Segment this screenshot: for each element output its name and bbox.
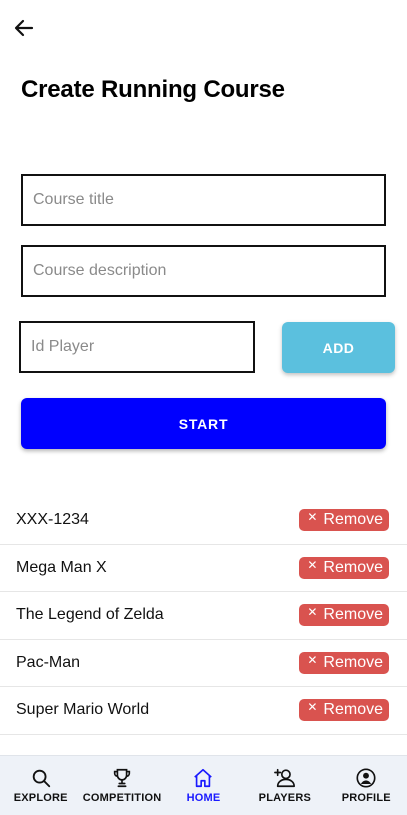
remove-label: Remove (323, 558, 383, 576)
remove-button[interactable]: ✕ Remove (299, 509, 389, 532)
player-name: XXX-1234 (16, 511, 89, 529)
player-name: The Legend of Zelda (16, 606, 164, 624)
player-name: Mega Man X (16, 558, 107, 576)
search-icon (32, 769, 50, 788)
nav-item-profile[interactable]: PROFILE (326, 767, 406, 804)
remove-label: Remove (323, 606, 383, 624)
remove-label: Remove (323, 511, 383, 529)
bottom-nav: EXPLORE COMPETITION HOME PLAYERS PROFILE (0, 755, 407, 815)
course-description-input[interactable] (23, 247, 384, 295)
nav-label: EXPLORE (13, 792, 68, 804)
remove-label: Remove (323, 653, 383, 671)
nav-item-competition[interactable]: COMPETITION (82, 767, 162, 804)
course-title-input[interactable] (23, 176, 384, 224)
trophy-icon (113, 768, 131, 788)
close-icon: ✕ (307, 510, 318, 525)
list-item: The Legend of Zelda ✕ Remove (0, 592, 407, 640)
player-name: Super Mario World (16, 701, 150, 719)
nav-label: PROFILE (341, 792, 391, 804)
nav-label: PLAYERS (258, 792, 312, 804)
nav-item-home[interactable]: HOME (163, 767, 243, 804)
remove-button[interactable]: ✕ Remove (299, 651, 389, 674)
list-item: Mega Man X ✕ Remove (0, 545, 407, 592)
list-item: Pac-Man ✕ Remove (0, 640, 407, 687)
list-item: XXX-1234 ✕ Remove (0, 497, 407, 545)
remove-button[interactable]: ✕ Remove (299, 556, 389, 579)
nav-item-explore[interactable]: EXPLORE (1, 767, 81, 804)
close-icon: ✕ (307, 557, 318, 572)
arrow-left-icon (14, 19, 34, 37)
course-description-field[interactable] (21, 245, 386, 297)
home-icon (194, 768, 213, 788)
close-icon: ✕ (307, 605, 318, 620)
list-item: Super Mario World ✕ Remove (0, 687, 407, 735)
player-id-field[interactable] (19, 321, 255, 373)
remove-button[interactable]: ✕ Remove (299, 699, 389, 722)
remove-button[interactable]: ✕ Remove (299, 604, 389, 627)
close-icon: ✕ (307, 700, 318, 715)
player-id-input[interactable] (21, 323, 253, 371)
player-list: XXX-1234 ✕ Remove Mega Man X ✕ Remove Th… (0, 497, 407, 735)
nav-label: COMPETITION (82, 792, 162, 804)
start-button[interactable]: START (21, 398, 386, 449)
course-title-field[interactable] (21, 174, 386, 226)
profile-icon (356, 768, 376, 788)
nav-item-players[interactable]: PLAYERS (245, 767, 325, 804)
add-user-icon (273, 768, 295, 788)
player-name: Pac-Man (16, 653, 81, 671)
close-icon: ✕ (307, 652, 318, 667)
add-button[interactable]: ADD (282, 322, 395, 373)
remove-label: Remove (323, 701, 383, 719)
nav-label: HOME (186, 792, 221, 804)
back-button[interactable] (12, 16, 36, 40)
page-title: Create Running Course (21, 76, 285, 103)
